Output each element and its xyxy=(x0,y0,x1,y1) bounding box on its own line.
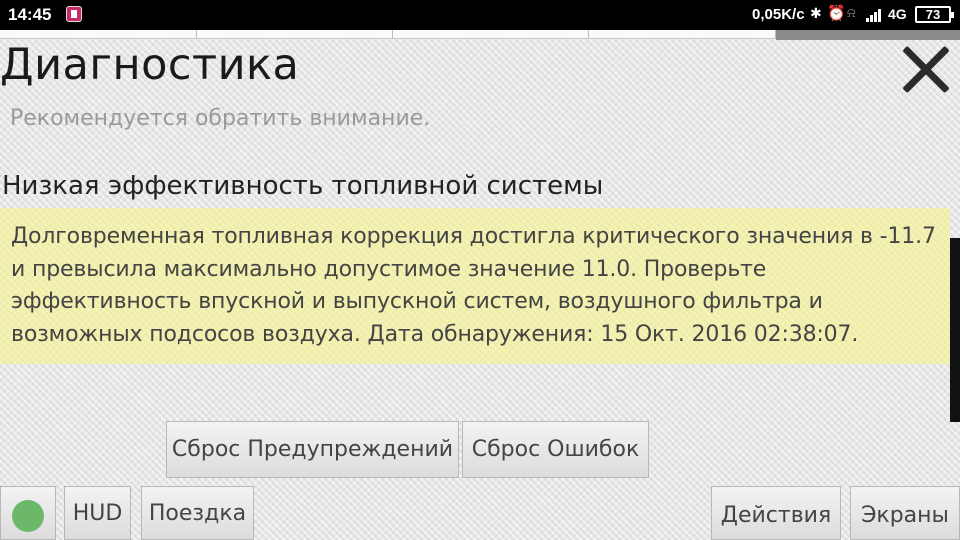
issue-description-box: Долговременная топливная коррекция дости… xyxy=(0,208,950,364)
page-title: Диагностика xyxy=(0,40,300,90)
page-subtitle: Рекомендуется обратить внимание. xyxy=(10,106,431,131)
tab-segment[interactable] xyxy=(197,30,393,39)
reset-warnings-button[interactable]: Сброс Предупреждений xyxy=(166,421,459,478)
issue-description: Долговременная топливная коррекция дости… xyxy=(11,224,936,347)
bluetooth-icon: ✱ xyxy=(810,5,822,21)
screens-button[interactable]: Экраны xyxy=(850,486,960,540)
tab-segment[interactable] xyxy=(0,30,197,39)
tab-active-indicator xyxy=(776,30,960,40)
tab-segment[interactable] xyxy=(393,30,589,39)
network-speed: 0,05K/c xyxy=(752,6,805,23)
status-indicator-dot xyxy=(12,500,44,532)
status-time: 14:45 xyxy=(8,5,52,24)
network-type: 4G xyxy=(888,6,907,22)
close-icon[interactable] xyxy=(898,42,954,98)
scrollbar[interactable] xyxy=(950,238,960,422)
reset-errors-button[interactable]: Сброс Ошибок xyxy=(462,421,649,478)
hud-button[interactable]: HUD xyxy=(64,486,131,540)
actions-button[interactable]: Действия xyxy=(711,486,841,540)
issue-title: Низкая эффективность топливной системы xyxy=(2,171,604,201)
trip-button[interactable]: Поездка xyxy=(141,486,254,540)
alarm-icon: ⏰ xyxy=(827,5,846,22)
status-bar: 14:45 0,05K/c ✱ ⏰ ⍾ 4G 73 xyxy=(0,0,960,30)
silent-icon: ⍾ xyxy=(847,5,856,20)
status-indicator-button[interactable] xyxy=(0,486,56,540)
notification-app-icon xyxy=(66,6,82,22)
battery-icon: 73 xyxy=(915,6,954,23)
tab-segment[interactable] xyxy=(589,30,776,39)
signal-strength-icon xyxy=(866,9,884,22)
